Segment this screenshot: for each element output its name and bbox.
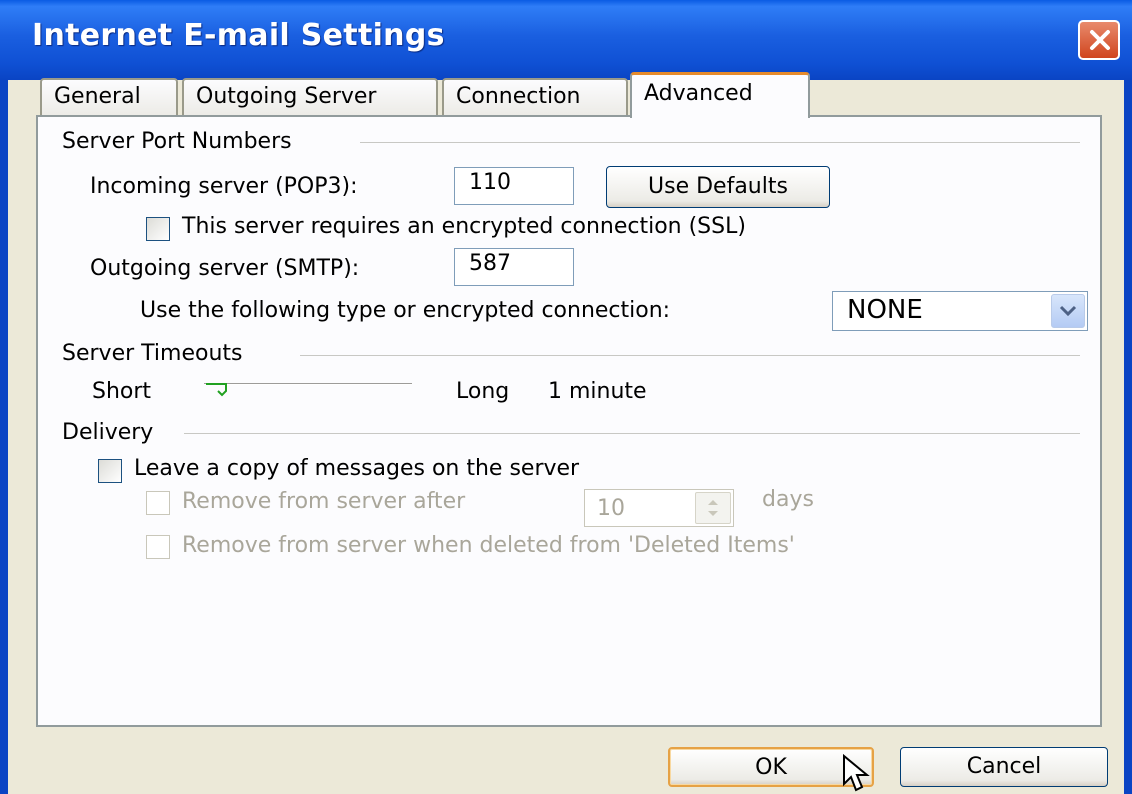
spinner-value: 10 — [597, 496, 625, 521]
remove-deleted-checkbox[interactable] — [146, 535, 170, 559]
tab-label: General — [54, 84, 141, 109]
window-border-left — [0, 80, 8, 794]
chevron-down-icon — [1059, 305, 1077, 317]
close-icon — [1090, 30, 1110, 50]
remove-after-label: Remove from server after — [182, 489, 466, 514]
spinner-buttons[interactable] — [695, 492, 731, 524]
ssl-checkbox[interactable] — [146, 217, 170, 241]
outgoing-port-field[interactable]: 587 — [454, 248, 574, 286]
advanced-panel: Server Port Numbers Incoming server (POP… — [36, 115, 1102, 727]
ssl-label: This server requires an encrypted connec… — [182, 214, 746, 239]
mouse-pointer-icon — [843, 754, 870, 792]
group-divider — [360, 142, 1080, 143]
delivery-heading: Delivery — [62, 420, 154, 445]
leave-copy-label: Leave a copy of messages on the server — [134, 456, 580, 481]
group-divider — [300, 355, 1080, 356]
tab-label: Outgoing Server — [196, 84, 377, 109]
tab-label: Advanced — [644, 81, 753, 106]
timeout-slider[interactable] — [204, 381, 414, 401]
window-border-right — [1124, 80, 1132, 794]
window-title: Internet E-mail Settings — [32, 18, 445, 53]
cancel-button[interactable]: Cancel — [900, 747, 1108, 787]
incoming-port-field[interactable]: 110 — [454, 167, 574, 205]
spinner-arrows-icon — [708, 500, 718, 516]
remove-deleted-label: Remove from server when deleted from 'De… — [182, 533, 795, 558]
remove-after-days-spinner[interactable]: 10 — [584, 489, 734, 527]
tab-advanced[interactable]: Advanced — [630, 72, 810, 118]
slider-track — [204, 383, 412, 385]
tab-outgoing-server[interactable]: Outgoing Server — [182, 78, 438, 116]
tab-connection[interactable]: Connection — [442, 78, 628, 116]
title-bar[interactable]: Internet E-mail Settings — [0, 0, 1132, 80]
encryption-type-select[interactable]: NONE — [832, 291, 1088, 331]
group-divider — [184, 433, 1080, 434]
dropdown-button[interactable] — [1051, 294, 1085, 328]
days-label: days — [762, 487, 814, 512]
slider-thumb-icon[interactable] — [204, 381, 230, 399]
incoming-server-label: Incoming server (POP3): — [90, 174, 358, 199]
use-defaults-button[interactable]: Use Defaults — [606, 166, 830, 208]
encryption-type-value: NONE — [847, 295, 923, 325]
server-port-numbers-heading: Server Port Numbers — [62, 129, 292, 154]
tab-general[interactable]: General — [40, 78, 178, 116]
remove-after-checkbox[interactable] — [146, 491, 170, 515]
timeout-short-label: Short — [92, 379, 152, 404]
close-button[interactable] — [1078, 20, 1120, 60]
timeout-long-label: Long — [456, 379, 510, 404]
tab-label: Connection — [456, 84, 581, 109]
timeout-value: 1 minute — [548, 379, 647, 404]
leave-copy-checkbox[interactable] — [98, 459, 122, 483]
outgoing-server-label: Outgoing server (SMTP): — [90, 256, 360, 281]
encryption-type-label: Use the following type or encrypted conn… — [140, 298, 671, 323]
server-timeouts-heading: Server Timeouts — [62, 341, 243, 366]
